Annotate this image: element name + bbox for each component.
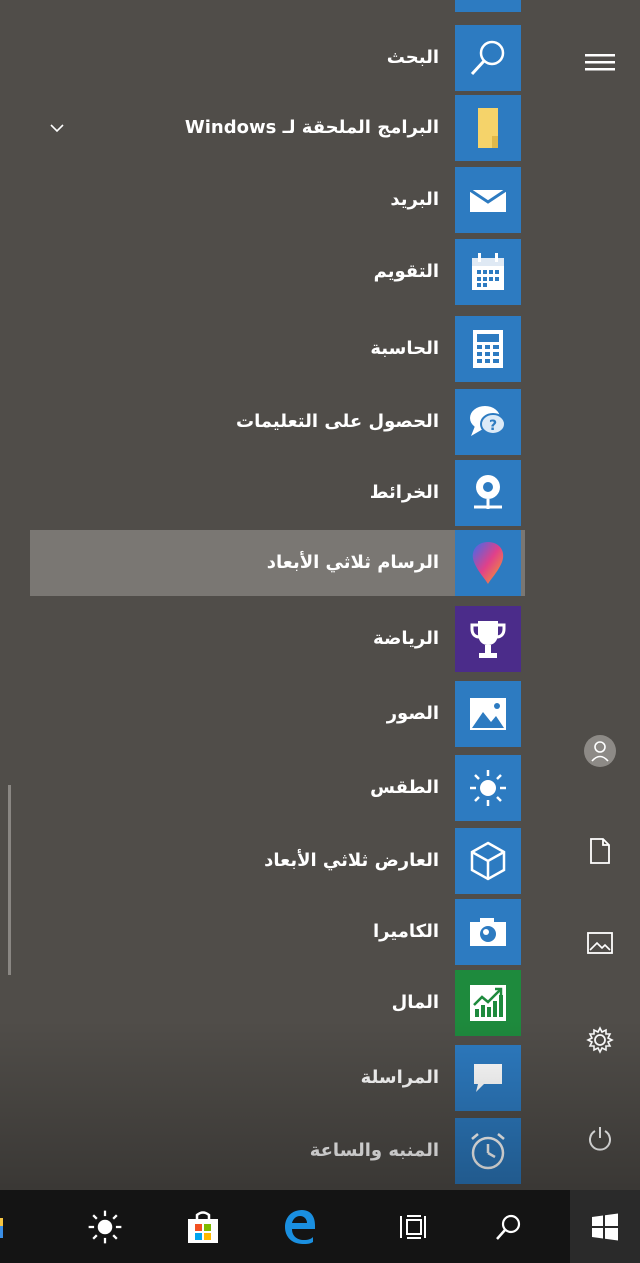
messaging-icon bbox=[455, 1045, 521, 1111]
calculator-icon bbox=[455, 316, 521, 382]
taskbar bbox=[0, 1190, 640, 1263]
user-avatar-icon[interactable] bbox=[575, 726, 625, 776]
hamburger-menu-icon[interactable] bbox=[575, 37, 625, 87]
3d-cube-icon bbox=[455, 828, 521, 894]
app-item-alarms-clock[interactable]: المنبه والساعة bbox=[30, 1118, 525, 1184]
app-item-photos[interactable]: الصور bbox=[30, 681, 525, 747]
app-label: البحث bbox=[386, 47, 439, 68]
camera-icon bbox=[455, 899, 521, 965]
chevron-down-icon[interactable] bbox=[44, 115, 70, 141]
weather-sun-icon[interactable] bbox=[70, 1190, 140, 1263]
app-item-maps[interactable]: الخرائط bbox=[30, 460, 525, 526]
app-item-weather[interactable]: الطقس bbox=[30, 755, 525, 821]
search-icon[interactable] bbox=[473, 1190, 543, 1263]
start-menu: البحث البرامج الملحقة لـ Windows البريد … bbox=[0, 0, 640, 1263]
weather-sun-icon bbox=[455, 755, 521, 821]
settings-gear-icon[interactable] bbox=[575, 1015, 625, 1065]
app-item-calendar[interactable]: التقويم bbox=[30, 239, 525, 305]
help-chat-icon: ? bbox=[455, 389, 521, 455]
app-item-windows-accessories[interactable]: البرامج الملحقة لـ Windows bbox=[30, 95, 525, 161]
app-label: الرياضة bbox=[373, 628, 439, 649]
app-item-mail[interactable]: البريد bbox=[30, 167, 525, 233]
app-label: الخرائط bbox=[369, 482, 439, 503]
previous-app-tile-edge bbox=[455, 0, 521, 12]
app-label: المال bbox=[391, 992, 439, 1013]
documents-icon[interactable] bbox=[575, 826, 625, 876]
edge-browser-icon[interactable] bbox=[265, 1190, 335, 1263]
maps-pin-icon bbox=[455, 460, 521, 526]
app-item-sports[interactable]: الرياضة bbox=[30, 606, 525, 672]
app-label: الطقس bbox=[370, 777, 439, 798]
app-label: البرامج الملحقة لـ Windows bbox=[184, 117, 439, 138]
app-label: البريد bbox=[390, 189, 439, 210]
photos-icon bbox=[455, 681, 521, 747]
app-item-money[interactable]: المال bbox=[30, 970, 525, 1036]
app-item-get-help[interactable]: ? الحصول على التعليمات bbox=[30, 389, 525, 455]
app-item-search[interactable]: البحث bbox=[30, 25, 525, 91]
calendar-icon bbox=[455, 239, 521, 305]
app-label: الكاميرا bbox=[372, 921, 439, 942]
power-icon[interactable] bbox=[575, 1113, 625, 1163]
app-item-3d-viewer[interactable]: العارض ثلاثي الأبعاد bbox=[30, 828, 525, 894]
app-item-messaging[interactable]: المراسلة bbox=[30, 1045, 525, 1111]
file-explorer-icon[interactable] bbox=[0, 1190, 18, 1263]
pictures-icon[interactable] bbox=[575, 918, 625, 968]
paint3d-icon bbox=[455, 530, 521, 596]
app-label: الحصول على التعليمات bbox=[236, 411, 439, 432]
mail-icon bbox=[455, 167, 521, 233]
app-item-camera[interactable]: الكاميرا bbox=[30, 899, 525, 965]
app-label: التقويم bbox=[373, 261, 439, 282]
app-label: المراسلة bbox=[360, 1067, 439, 1088]
app-label: العارض ثلاثي الأبعاد bbox=[264, 850, 439, 871]
store-bag-icon[interactable] bbox=[168, 1190, 238, 1263]
app-item-paint-3d[interactable]: الرسام ثلاثي الأبعاد bbox=[30, 530, 525, 596]
scrollbar-thumb[interactable] bbox=[8, 785, 11, 975]
folder-icon bbox=[455, 95, 521, 161]
alarm-clock-icon bbox=[455, 1118, 521, 1184]
app-label: الحاسبة bbox=[370, 338, 439, 359]
app-label: الصور bbox=[386, 703, 439, 724]
task-view-icon[interactable] bbox=[378, 1190, 448, 1263]
app-label: الرسام ثلاثي الأبعاد bbox=[266, 552, 439, 573]
finance-chart-icon bbox=[455, 970, 521, 1036]
start-windows-icon[interactable] bbox=[570, 1190, 640, 1263]
svg-text:?: ? bbox=[489, 418, 497, 434]
app-item-calculator[interactable]: الحاسبة bbox=[30, 316, 525, 382]
app-label: المنبه والساعة bbox=[309, 1140, 439, 1161]
search-icon bbox=[455, 25, 521, 91]
trophy-icon bbox=[455, 606, 521, 672]
